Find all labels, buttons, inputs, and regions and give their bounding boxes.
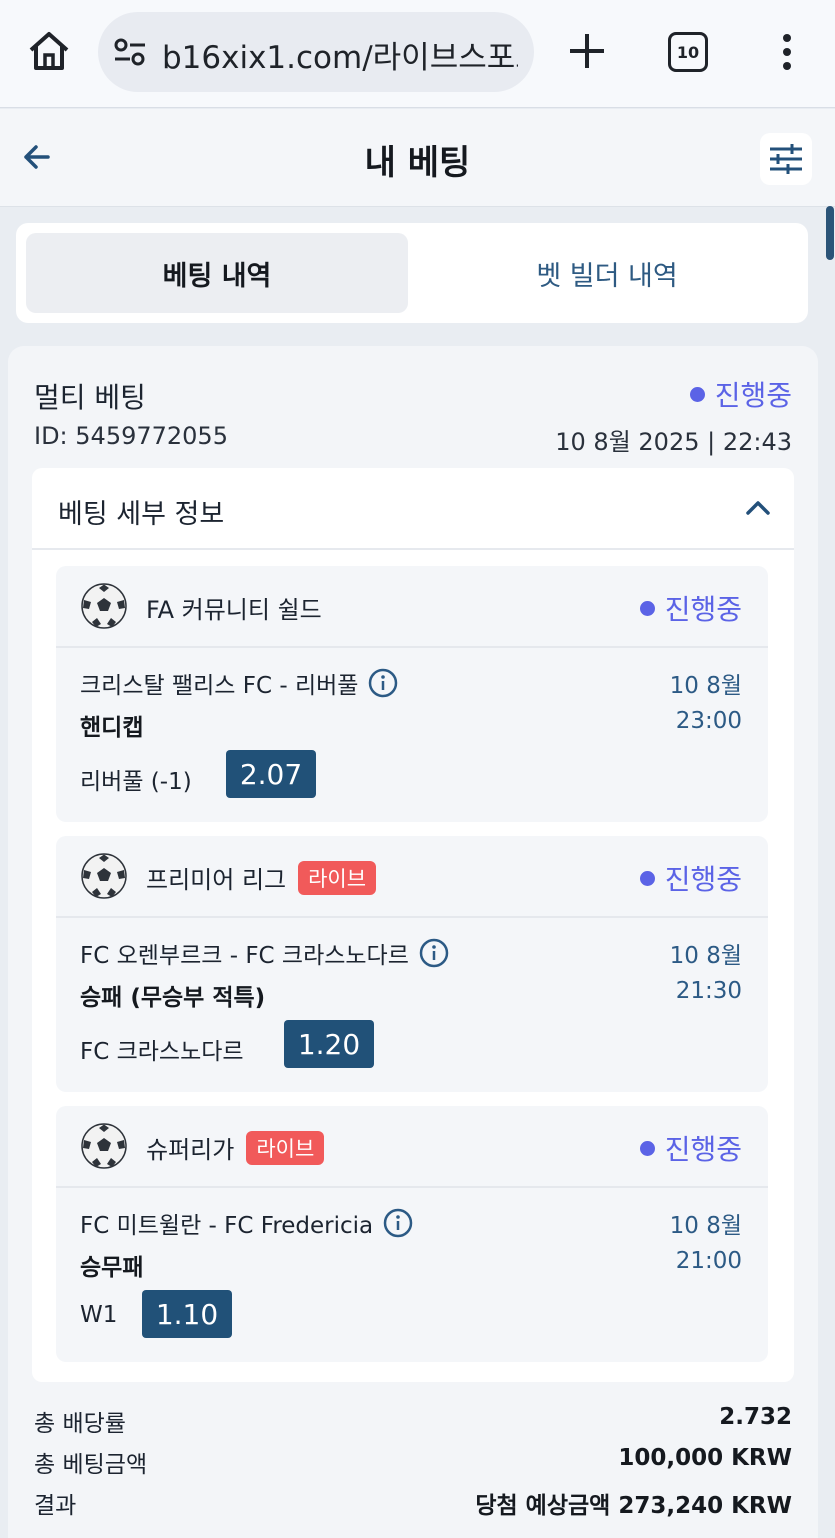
event-header: 프리미어 리그 라이브 진행중	[56, 836, 768, 918]
event-header: 슈퍼리가 라이브 진행중	[56, 1106, 768, 1188]
event-time: 21:00	[675, 1248, 742, 1274]
tab-bet-builder-history[interactable]: 벳 빌더 내역	[416, 233, 798, 313]
odds-badge: 1.20	[284, 1020, 374, 1068]
live-badge: 라이브	[298, 860, 377, 895]
match-name: FC 미트윌란 - FC Fredericia	[80, 1206, 413, 1240]
bet-event-card: 슈퍼리가 라이브 진행중 FC 미트윌란 - FC Fredericia 10 …	[56, 1106, 768, 1362]
league-name: 슈퍼리가 라이브	[146, 1130, 325, 1165]
league-name: 프리미어 리그 라이브	[146, 860, 377, 895]
match-name: FC 오렌부르크 - FC 크라스노다르	[80, 936, 449, 970]
selection-name: 리버풀 (-1)	[80, 769, 192, 795]
selection-name: W1	[80, 1302, 118, 1328]
home-icon[interactable]	[26, 28, 72, 74]
result-value: 당첨 예상금액 273,240 KRW	[475, 1493, 792, 1519]
event-date: 10 8월	[669, 673, 742, 699]
history-tab-switcher: 베팅 내역 벳 빌더 내역	[16, 223, 808, 323]
match-teams: FC 오렌부르크 - FC 크라스노다르	[80, 943, 409, 969]
status-dot-icon	[689, 386, 705, 402]
status-dot-icon	[639, 1140, 655, 1156]
bet-id: ID: 5459772055	[34, 422, 228, 450]
bet-details-title: 베팅 세부 정보	[58, 499, 225, 530]
filter-settings-button[interactable]	[760, 133, 812, 185]
bet-details-header[interactable]: 베팅 세부 정보	[32, 468, 794, 550]
soccer-ball-icon	[80, 1122, 128, 1170]
chevron-up-icon[interactable]	[744, 496, 772, 520]
app-header: 내 베팅	[0, 109, 835, 207]
live-badge: 라이브	[246, 1130, 325, 1165]
bet-datetime: 10 8월 2025 | 22:43	[555, 428, 792, 456]
bet-status-text: 진행중	[714, 379, 792, 412]
more-menu-icon[interactable]	[772, 32, 802, 72]
event-time: 23:00	[675, 708, 742, 734]
market-name: 승패 (무승부 적특)	[80, 985, 266, 1011]
page-title: 내 베팅	[364, 143, 471, 183]
bet-event-card: 프리미어 리그 라이브 진행중 FC 오렌부르크 - FC 크라스노다르 10 …	[56, 836, 768, 1092]
event-status-text: 진행중	[664, 593, 742, 626]
league-label: 프리미어 리그	[146, 866, 287, 894]
total-odds-value: 2.732	[719, 1404, 792, 1430]
soccer-ball-icon	[80, 582, 128, 630]
info-icon[interactable]	[419, 938, 449, 968]
url-text[interactable]: b16xix1.com/라이브스포츠	[162, 32, 518, 77]
bet-status-badge: 진행중	[689, 374, 792, 414]
event-status-badge: 진행중	[639, 858, 742, 898]
event-header: FA 커뮤니티 쉴드 진행중	[56, 566, 768, 648]
event-status-text: 진행중	[664, 1133, 742, 1166]
event-time: 21:30	[675, 978, 742, 1004]
match-teams: FC 미트윌란 - FC Fredericia	[80, 1213, 374, 1239]
sliders-icon	[770, 144, 802, 174]
total-stake-label: 총 베팅금액	[34, 1452, 148, 1478]
event-date: 10 8월	[669, 943, 742, 969]
league-label: FA 커뮤니티 쉴드	[146, 596, 322, 624]
info-icon[interactable]	[383, 1208, 413, 1238]
event-status-badge: 진행중	[639, 588, 742, 628]
event-status-badge: 진행중	[639, 1128, 742, 1168]
selection-name: FC 크라스노다르	[80, 1039, 244, 1065]
status-dot-icon	[639, 600, 655, 616]
event-status-text: 진행중	[664, 863, 742, 896]
total-stake-value: 100,000 KRW	[618, 1445, 792, 1471]
result-label: 결과	[34, 1493, 77, 1519]
bet-type: 멀티 베팅	[34, 381, 146, 414]
odds-badge: 1.10	[142, 1290, 232, 1338]
event-date: 10 8월	[669, 1213, 742, 1239]
summary-result: 결과 당첨 예상금액 273,240 KRW	[34, 1486, 792, 1520]
new-tab-icon[interactable]	[566, 30, 608, 72]
bet-event-card: FA 커뮤니티 쉴드 진행중 크리스탈 팰리스 FC - 리버풀 10 8월 2…	[56, 566, 768, 822]
status-dot-icon	[639, 870, 655, 886]
odds-badge: 2.07	[226, 750, 316, 798]
total-odds-label: 총 배당률	[34, 1411, 126, 1437]
browser-toolbar: b16xix1.com/라이브스포츠 10	[0, 0, 835, 108]
league-label: 슈퍼리가	[146, 1136, 235, 1164]
bet-details-panel: 베팅 세부 정보 FA 커뮤니티 쉴드 진행중 크리스탈 팰리스 FC - 리버…	[32, 468, 794, 1382]
market-name: 승무패	[80, 1255, 144, 1281]
market-name: 핸디캡	[80, 715, 144, 741]
scrollbar-thumb[interactable]	[826, 206, 834, 260]
summary-total-odds: 총 배당률 2.732	[34, 1404, 792, 1438]
address-bar[interactable]: b16xix1.com/라이브스포츠	[98, 12, 534, 92]
tab-switcher-button[interactable]: 10	[668, 32, 708, 72]
bet-card: 멀티 베팅 진행중 ID: 5459772055 10 8월 2025 | 22…	[8, 346, 818, 1538]
tab-betting-history[interactable]: 베팅 내역	[26, 233, 408, 313]
info-icon[interactable]	[368, 668, 398, 698]
summary-total-stake: 총 베팅금액 100,000 KRW	[34, 1445, 792, 1479]
match-teams: 크리스탈 팰리스 FC - 리버풀	[80, 673, 359, 699]
match-name: 크리스탈 팰리스 FC - 리버풀	[80, 666, 398, 700]
soccer-ball-icon	[80, 852, 128, 900]
league-name: FA 커뮤니티 쉴드	[146, 590, 322, 625]
site-settings-icon[interactable]	[112, 34, 148, 70]
